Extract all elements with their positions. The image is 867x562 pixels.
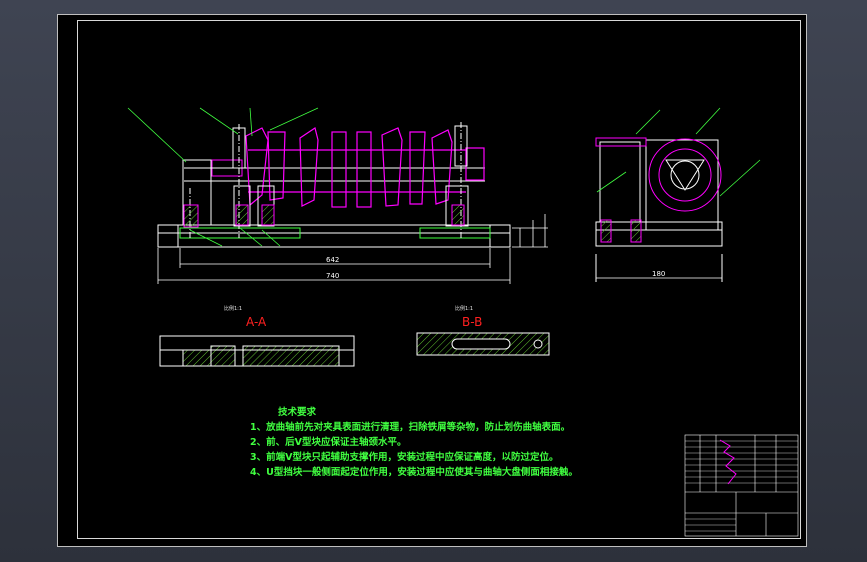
requirements-title: 技术要求 xyxy=(278,407,317,418)
section-aa xyxy=(159,335,355,367)
section-aa-label: A-A xyxy=(246,315,267,329)
side-view xyxy=(595,107,761,282)
dim-side-width: 180 xyxy=(652,270,666,278)
section-aa-note: 比例1:1 xyxy=(224,306,243,312)
section-bb xyxy=(416,332,550,356)
requirement-item: 3、前端V型块只起辅助支撑作用，安装过程中应保证高度，以防过定位。 xyxy=(250,452,559,463)
requirement-item: 1、放曲轴前先对夹具表面进行清理，扫除铁屑等杂物，防止划伤曲轴表面。 xyxy=(250,422,571,433)
dim-inner-width: 642 xyxy=(326,256,340,264)
section-bb-note: 比例1:1 xyxy=(455,306,474,312)
section-bb-label: B-B xyxy=(462,315,483,329)
technical-requirements: 技术要求 1、放曲轴前先对夹具表面进行清理，扫除铁屑等杂物，防止划伤曲轴表面。 … xyxy=(250,405,670,480)
v-block-supports xyxy=(183,122,469,238)
cad-viewport[interactable]: 642 740 180 比例1:1 A-A 比例1:1 B-B 技术要求 1、放… xyxy=(0,0,867,562)
requirement-item: 4、U型挡块一般侧面起定位作用，安装过程中应使其与曲轴大盘侧面相接触。 xyxy=(250,467,578,478)
dim-overall-width: 740 xyxy=(326,272,340,280)
title-block xyxy=(684,434,799,537)
requirement-item: 2、前、后V型块应保证主轴颈水平。 xyxy=(250,437,407,448)
